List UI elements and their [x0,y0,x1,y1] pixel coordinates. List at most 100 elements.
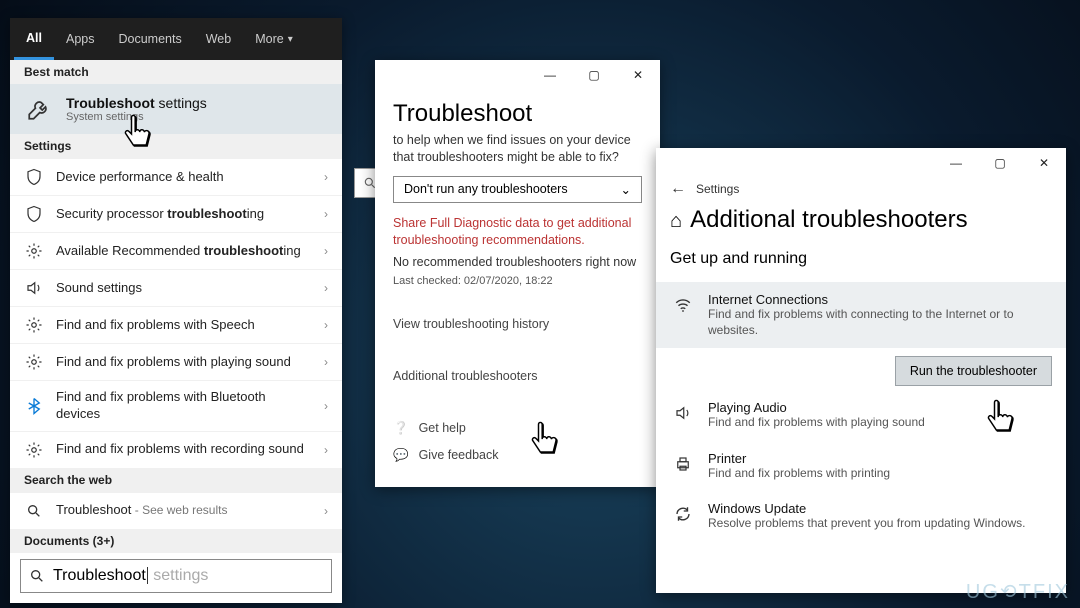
page-title: Troubleshoot [375,90,660,132]
settings-result-item[interactable]: Available Recommended troubleshooting › [10,232,342,269]
web-result-label: Troubleshoot - See web results [56,502,312,519]
best-match-title: Troubleshoot settings [66,95,207,111]
shield-icon [24,167,44,187]
gear-icon [24,352,44,372]
search-tabs: All Apps Documents Web More▾ [10,18,342,60]
troubleshooter-desc: Find and fix problems with playing sound [708,415,1052,431]
close-button[interactable]: ✕ [1022,148,1066,178]
give-feedback-link[interactable]: 💬 Give feedback [375,442,660,469]
no-recommended-text: No recommended troubleshooters right now [375,255,660,273]
chevron-right-icon: › [324,399,328,413]
settings-result-item[interactable]: Find and fix problems with playing sound… [10,343,342,380]
troubleshooter-item[interactable]: Windows Update Resolve problems that pre… [656,491,1066,542]
search-icon [29,568,45,584]
search-tab-more[interactable]: More▾ [243,18,305,60]
settings-result-item[interactable]: Find and fix problems with Bluetooth dev… [10,380,342,431]
result-label: Device performance & health [56,169,312,186]
titlebar: — ▢ ✕ [656,148,1066,178]
search-tab-all[interactable]: All [14,18,54,60]
result-label: Available Recommended troubleshooting [56,243,312,260]
search-web-result[interactable]: Troubleshoot - See web results › [10,492,342,529]
troubleshooter-desc: Find and fix problems with printing [708,466,1052,482]
troubleshooter-item[interactable]: Printer Find and fix problems with print… [656,441,1066,492]
search-tab-apps[interactable]: Apps [54,18,107,60]
watermark: UG⟲TFIX [966,579,1070,604]
troubleshooter-item[interactable]: Playing Audio Find and fix problems with… [656,390,1066,441]
maximize-button[interactable]: ▢ [978,148,1022,178]
dropdown-label: Don't run any troubleshooters [404,182,568,196]
result-label: Find and fix problems with Speech [56,317,312,334]
chevron-down-icon: ▾ [288,34,293,45]
gear-icon [24,241,44,261]
additional-troubleshooters-link[interactable]: Additional troubleshooters [375,363,660,389]
minimize-button[interactable]: — [934,148,978,178]
breadcrumb: ← Settings [656,178,1066,206]
settings-header: Settings [10,134,342,158]
documents-header: Documents (3+) [10,529,342,553]
settings-result-item[interactable]: Device performance & health › [10,158,342,195]
feedback-icon: 💬 [393,448,409,463]
last-checked-text: Last checked: 02/07/2020, 18:22 [375,273,660,311]
get-help-link[interactable]: ❔ Get help [375,415,660,442]
chevron-right-icon: › [324,244,328,258]
search-icon [24,501,44,521]
run-troubleshooter-button[interactable]: Run the troubleshooter [895,356,1052,386]
update-icon [670,501,696,527]
gear-icon [24,315,44,335]
result-label: Sound settings [56,280,312,297]
settings-result-item[interactable]: Find and fix problems with recording sou… [10,431,342,468]
result-label: Security processor troubleshooting [56,206,312,223]
settings-result-item[interactable]: Sound settings › [10,269,342,306]
troubleshooter-item[interactable]: Internet Connections Find and fix proble… [656,282,1066,348]
close-button[interactable]: ✕ [616,60,660,90]
best-match-result[interactable]: Troubleshoot settings System settings [10,84,342,134]
page-title-text: Additional troubleshooters [690,206,968,233]
start-search-panel: All Apps Documents Web More▾ Best match … [10,18,342,603]
settings-result-item[interactable]: Find and fix problems with Speech › [10,306,342,343]
bluetooth-icon [24,396,44,416]
minimize-button[interactable]: — [528,60,572,90]
troubleshooter-desc: Find and fix problems with connecting to… [708,307,1052,338]
view-history-link[interactable]: View troubleshooting history [375,311,660,337]
chevron-down-icon: ⌄ [621,182,631,197]
chevron-right-icon: › [324,281,328,295]
search-web-header: Search the web [10,468,342,492]
page-title: ⌂ Additional troubleshooters [656,206,1066,248]
gear-icon [24,440,44,460]
chevron-right-icon: › [324,170,328,184]
troubleshooter-preference-dropdown[interactable]: Don't run any troubleshooters ⌄ [393,176,642,203]
settings-crumb-label: Settings [696,182,739,196]
titlebar: — ▢ ✕ [375,60,660,90]
result-label: Find and fix problems with playing sound [56,354,312,371]
chevron-right-icon: › [324,504,328,518]
give-feedback-label: Give feedback [419,448,499,462]
result-label: Find and fix problems with Bluetooth dev… [56,389,312,423]
wifi-icon [670,292,696,318]
additional-troubleshooters-window: — ▢ ✕ ← Settings ⌂ Additional troubleshoo… [656,148,1066,593]
search-tab-web[interactable]: Web [194,18,243,60]
chevron-right-icon: › [324,355,328,369]
sound-icon [24,278,44,298]
intro-text: to help when we find issues on your devi… [375,132,660,176]
search-tab-documents[interactable]: Documents [106,18,193,60]
shield-icon [24,204,44,224]
best-match-subtitle: System settings [66,111,207,123]
back-button[interactable]: ← [670,180,686,198]
chevron-right-icon: › [324,207,328,221]
maximize-button[interactable]: ▢ [572,60,616,90]
printer-icon [670,451,696,477]
home-icon: ⌂ [670,210,682,232]
troubleshooter-title: Internet Connections [708,292,1052,307]
chevron-right-icon: › [324,443,328,457]
section-heading: Get up and running [656,248,1066,282]
troubleshooter-title: Playing Audio [708,400,1052,415]
best-match-header: Best match [10,60,342,84]
troubleshoot-settings-window: — ▢ ✕ Troubleshoot to help when we find … [375,60,660,487]
search-input-value: Troubleshoot settings [53,567,208,585]
search-input-box[interactable]: Troubleshoot settings [20,559,332,593]
settings-result-item[interactable]: Security processor troubleshooting › [10,195,342,232]
sound-icon [670,400,696,426]
diagnostic-warning: Share Full Diagnostic data to get additi… [375,215,660,255]
chevron-right-icon: › [324,318,328,332]
troubleshooter-title: Windows Update [708,501,1052,516]
